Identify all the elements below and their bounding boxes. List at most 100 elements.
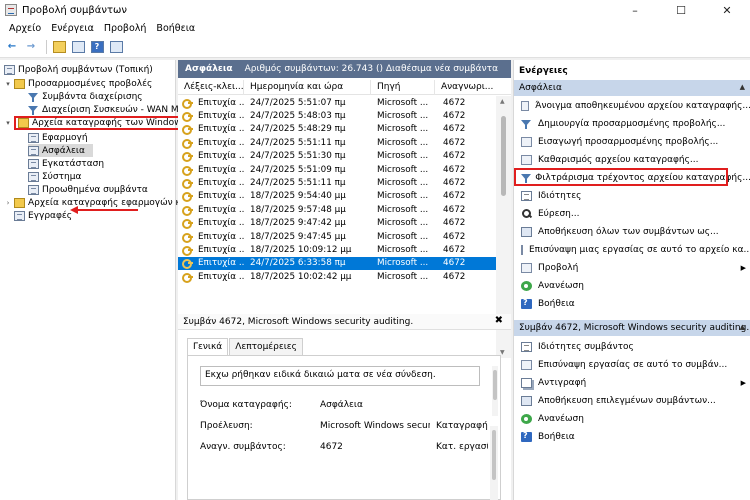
action-refresh[interactable]: Ανανέωση	[514, 411, 750, 426]
action-open-saved-log[interactable]: Άνοιγμα αποθηκευμένου αρχείου καταγραφής…	[514, 98, 750, 113]
key-icon	[182, 111, 194, 123]
log-icon	[28, 184, 39, 195]
forward-button[interactable]: →	[23, 39, 39, 55]
table-row[interactable]: Επιτυχία ... 24/7/2025 6:33:58 πμ Microsof…	[178, 256, 496, 271]
minimize-button[interactable]: –	[612, 0, 658, 20]
table-row[interactable]: Επιτυχία ... 24/7/2025 5:48:03 πμ Microsof…	[178, 109, 496, 123]
menu-file[interactable]: Αρχείο	[4, 23, 46, 34]
cell-keyword: Επιτυχία ...	[198, 124, 244, 135]
close-icon[interactable]: ✖	[495, 315, 503, 326]
action-attach-task-to-event[interactable]: Επισύναψη εργασίας σε αυτό το συμβάν...	[514, 357, 750, 372]
help-icon	[521, 431, 532, 442]
scroll-up-icon[interactable]: ▲	[500, 98, 505, 105]
cell-source: Microsoft ...	[377, 218, 429, 229]
description-scrollbar[interactable]	[492, 366, 498, 416]
column-datetime[interactable]: Ημερομηνία και ώρα	[244, 79, 371, 95]
detail-scrollbar[interactable]	[490, 426, 498, 500]
chevron-right-icon[interactable]: ›	[4, 199, 12, 207]
filter-icon	[28, 92, 39, 102]
table-row[interactable]: Επιτυχία ... 24/7/2025 5:51:09 πμ Microsof…	[178, 163, 496, 176]
table-row[interactable]: Επιτυχία ... 18/7/2025 9:57:48 μμ Microsof…	[178, 203, 496, 216]
actions-section-event[interactable]: Συμβάν 4672, Microsoft Windows security …	[514, 320, 750, 336]
chevron-up-icon[interactable]: ▲	[740, 83, 745, 91]
tree-subscriptions[interactable]: Εγγραφές	[14, 209, 72, 222]
action-view[interactable]: Προβολή ▶	[514, 260, 750, 275]
action-create-custom-view[interactable]: Δημιουργία προσαρμοσμένης προβολής...	[514, 116, 750, 131]
tree-setup[interactable]: Εγκατάσταση	[28, 157, 104, 170]
actions-pane: Ενέργειες Ασφάλεια ▲ Άνοιγμα αποθηκευμέν…	[513, 60, 750, 500]
action-import-custom-view[interactable]: Εισαγωγή προσαρμοσμένης προβολής...	[514, 134, 750, 149]
menu-view[interactable]: Προβολή	[99, 23, 152, 34]
action-refresh[interactable]: Ανανέωση	[514, 278, 750, 293]
up-folder-button[interactable]	[51, 39, 67, 55]
help-icon: ?	[90, 40, 104, 53]
action-event-properties[interactable]: Ιδιότητες συμβάντος	[514, 339, 750, 354]
chevron-down-icon[interactable]: ▾	[4, 80, 12, 88]
menu-action[interactable]: Ενέργεια	[46, 23, 99, 34]
close-button[interactable]: ✕	[704, 0, 750, 20]
maximize-button[interactable]: ☐	[658, 0, 704, 20]
tab-general[interactable]: Γενικά	[187, 338, 229, 355]
action-help[interactable]: Βοήθεια	[514, 429, 750, 444]
table-row[interactable]: Επιτυχία ... 18/7/2025 9:47:45 μμ Microsof…	[178, 230, 496, 243]
action-help[interactable]: Βοήθεια	[514, 296, 750, 311]
action-filter-current-log[interactable]: Φιλτράρισμα τρέχοντος αρχείου καταγραφής…	[514, 170, 750, 185]
key-icon	[182, 258, 194, 270]
table-row[interactable]: Επιτυχία ... 24/7/2025 5:51:07 πμ Microsof…	[178, 96, 496, 109]
table-row[interactable]: Επιτυχία ... 24/7/2025 5:51:11 πμ Microsof…	[178, 136, 496, 149]
show-hide-tree-button[interactable]	[70, 39, 86, 55]
action-find[interactable]: Εύρεση...	[514, 206, 750, 221]
column-event-id[interactable]: Αναγνωρι...	[435, 80, 495, 95]
cell-event-id: 4672	[443, 258, 466, 269]
column-keywords[interactable]: Λέξεις-κλει...	[178, 79, 244, 95]
menu-bar: Αρχείο Ενέργεια Προβολή Βοήθεια	[0, 20, 750, 36]
doc-icon	[521, 136, 532, 147]
chevron-up-icon[interactable]: ▲	[740, 323, 745, 331]
find-icon	[521, 208, 532, 219]
action-clear-log[interactable]: Καθαρισμός αρχείου καταγραφής...	[514, 152, 750, 167]
table-row[interactable]: Επιτυχία ... 18/7/2025 9:54:40 μμ Microsof…	[178, 190, 496, 203]
tree-system[interactable]: Σύστημα	[28, 170, 81, 183]
cell-datetime: 24/7/2025 5:51:11 πμ	[250, 178, 346, 189]
menu-help[interactable]: Βοήθεια	[151, 23, 200, 34]
event-detail-title: Συμβάν 4672, Microsoft Windows security …	[183, 316, 414, 327]
table-row[interactable]: Επιτυχία ... 24/7/2025 5:51:11 πμ Microsof…	[178, 176, 496, 190]
cell-source: Microsoft ...	[377, 124, 429, 135]
label-logged: Καταγραφή:	[436, 421, 488, 431]
action-copy[interactable]: Αντιγραφή ▶	[514, 375, 750, 390]
chevron-down-icon[interactable]: ▾	[4, 119, 12, 127]
actions-section-security[interactable]: Ασφάλεια ▲	[514, 80, 750, 96]
action-save-all-events[interactable]: Αποθήκευση όλων των συμβάντων ως...	[514, 224, 750, 239]
table-row[interactable]: Επιτυχία ... 24/7/2025 5:48:29 πμ Microsof…	[178, 123, 496, 136]
action-label: Αποθήκευση επιλεγμένων συμβάντων...	[538, 395, 716, 406]
column-source[interactable]: Πηγή	[371, 79, 435, 95]
table-row[interactable]: Επιτυχία ... 18/7/2025 10:02:42 μμ Microso…	[178, 270, 496, 283]
tab-details[interactable]: Λεπτομέρειες	[229, 338, 303, 355]
toolbar-separator	[46, 39, 47, 54]
cell-event-id: 4672	[443, 151, 466, 162]
scrollbar-thumb[interactable]	[501, 116, 506, 196]
table-row[interactable]: Επιτυχία ... 24/7/2025 5:51:30 πμ Microsof…	[178, 150, 496, 163]
table-row[interactable]: Επιτυχία ... 18/7/2025 10:09:12 μμ Microso…	[178, 243, 496, 256]
table-row[interactable]: Επιτυχία ... 18/7/2025 9:47:42 μμ Microsof…	[178, 217, 496, 230]
tree-admin-events[interactable]: Συμβάντα διαχείρισης	[28, 90, 143, 103]
cell-keyword: Επιτυχία ...	[198, 151, 244, 162]
show-action-pane-button[interactable]	[108, 39, 124, 55]
tree-forwarded-label: Προωθημένα συμβάντα	[42, 184, 148, 195]
tree-forwarded[interactable]: Προωθημένα συμβάντα	[28, 183, 148, 196]
tree-application[interactable]: Εφαρμογή	[28, 131, 88, 144]
back-button[interactable]: ←	[4, 39, 20, 55]
tree-security[interactable]: Ασφάλεια	[28, 144, 93, 157]
action-properties[interactable]: Ιδιότητες	[514, 188, 750, 203]
action-label: Ιδιότητες	[538, 190, 582, 201]
action-attach-task-to-log[interactable]: Επισύναψη μιας εργασίας σε αυτό το αρχεί…	[514, 242, 750, 257]
tree-root[interactable]: Προβολή συμβάντων (Τοπική)	[4, 63, 153, 76]
cell-source: Microsoft ...	[377, 111, 429, 122]
help-button[interactable]: ?	[89, 39, 105, 55]
tree-windows-logs[interactable]: ▾ Αρχεία καταγραφής των Windows	[4, 115, 191, 130]
action-pane-icon	[109, 40, 123, 53]
tree-custom-views[interactable]: ▾ Προσαρμοσμένες προβολές	[4, 77, 152, 90]
tree-device-mgmt[interactable]: Διαχείριση Συσκευών - WAN Min	[28, 103, 187, 116]
folder-icon	[14, 78, 25, 89]
action-save-selected-events[interactable]: Αποθήκευση επιλεγμένων συμβάντων...	[514, 393, 750, 408]
